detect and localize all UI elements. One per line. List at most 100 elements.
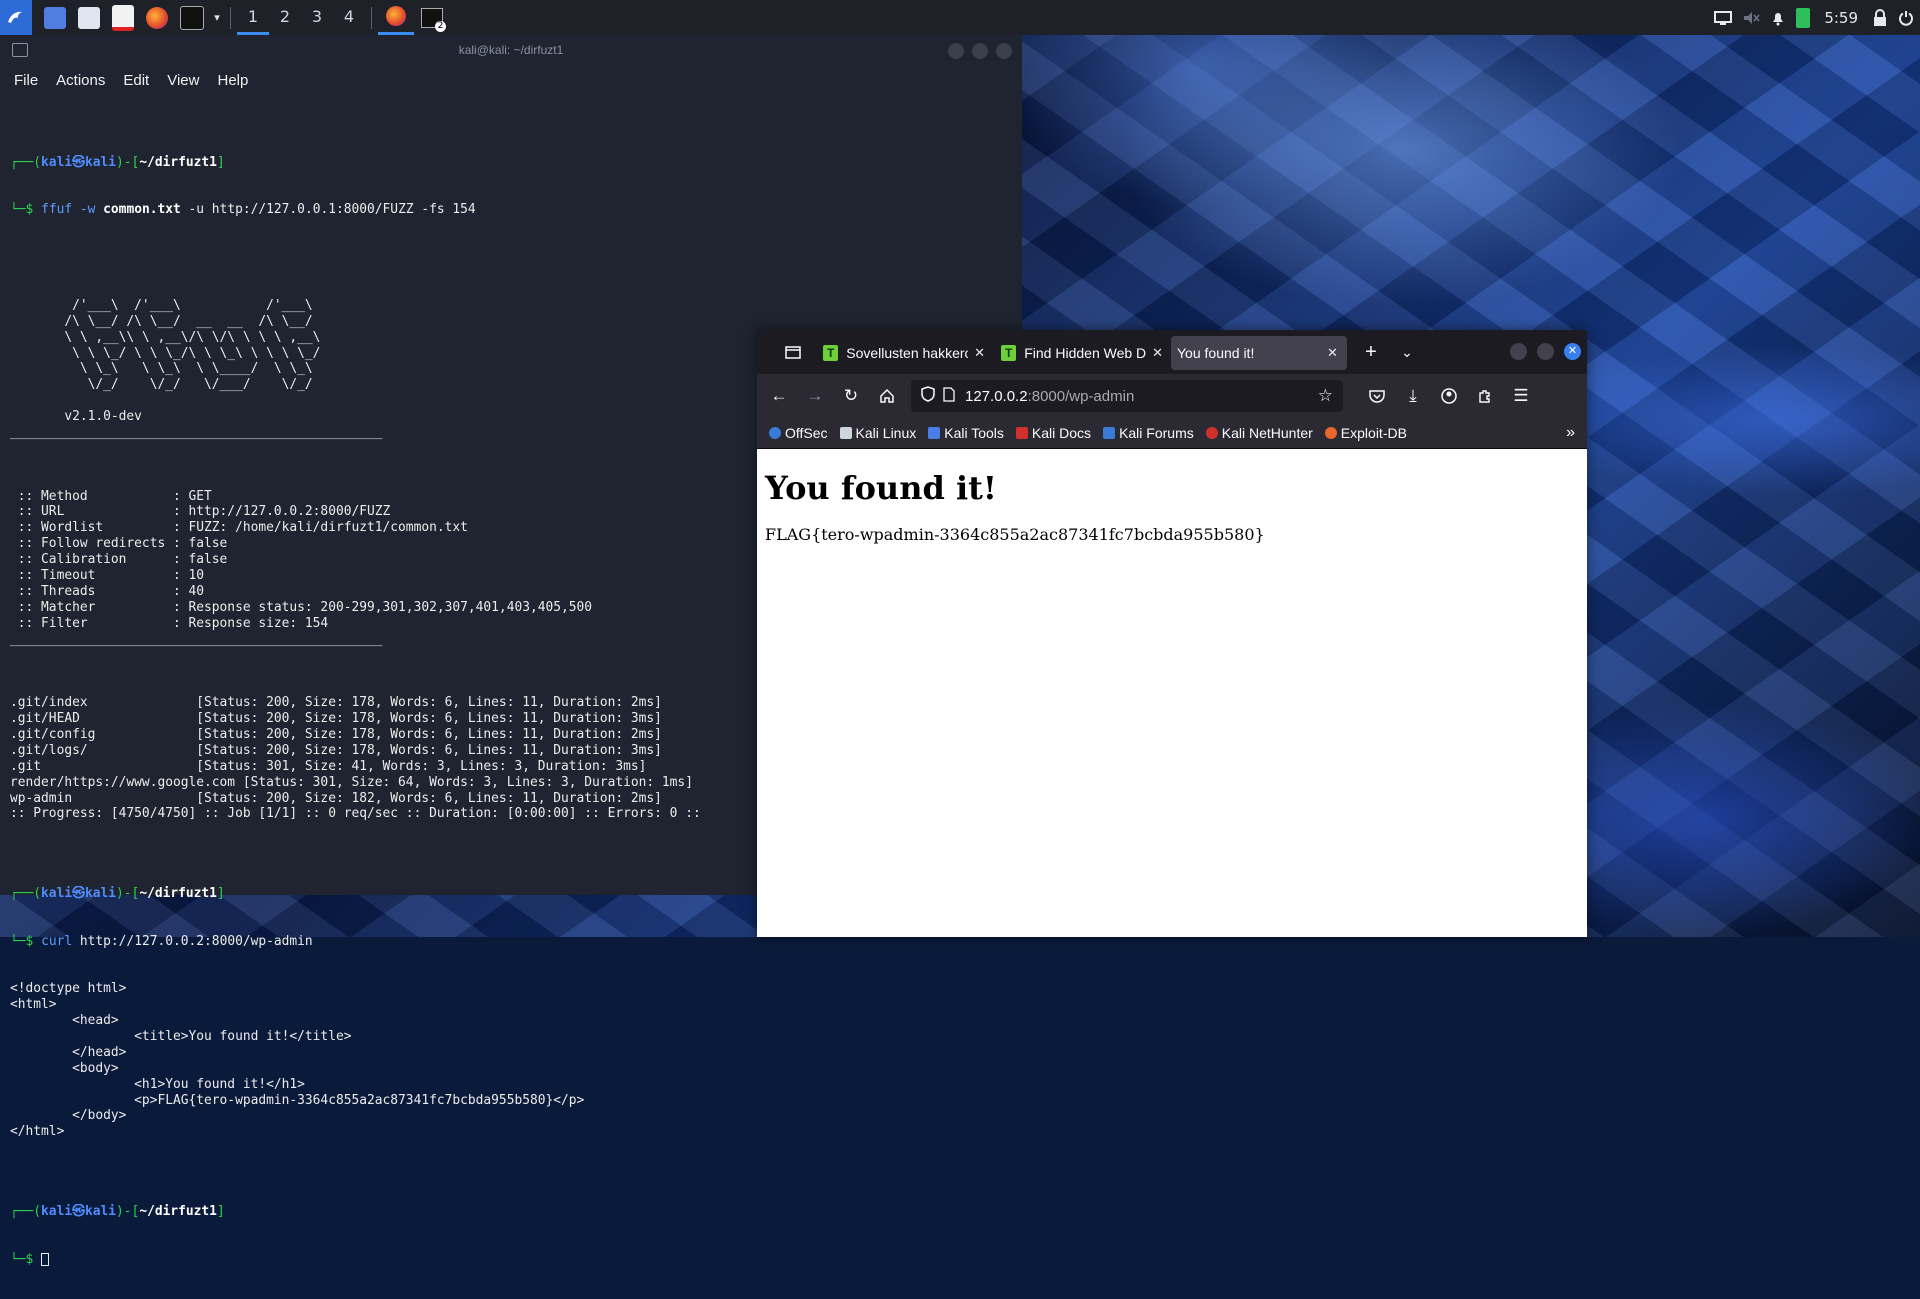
page-info-icon[interactable] bbox=[943, 386, 955, 406]
curl-output-line: </html> bbox=[10, 1124, 65, 1140]
volume-muted-icon[interactable] bbox=[1742, 10, 1760, 26]
tab-you-found-it[interactable]: You found it! ✕ bbox=[1171, 336, 1347, 370]
maximize-button[interactable] bbox=[972, 43, 988, 59]
menu-file[interactable]: File bbox=[14, 72, 38, 89]
terminal-count-badge: 2 bbox=[435, 21, 446, 32]
url-bar[interactable]: 127.0.0.2:8000/wp-admin ☆ bbox=[911, 380, 1343, 412]
list-all-tabs-icon[interactable]: ⌄ bbox=[1389, 337, 1425, 367]
show-desktop-icon[interactable] bbox=[44, 6, 66, 29]
extensions-icon[interactable] bbox=[1467, 381, 1503, 411]
prompt-line: ┌──(kali㉿kali)-[~/dirfuzt1] bbox=[10, 154, 225, 170]
kali-dragon-icon bbox=[8, 11, 22, 23]
workspace-4[interactable]: 4 bbox=[333, 0, 365, 35]
bookmark-kali-docs[interactable]: Kali Docs bbox=[1015, 425, 1091, 441]
curl-output-line: <p>FLAG{tero-wpadmin-3364c855a2ac87341fc… bbox=[10, 1092, 585, 1108]
terminal-cursor bbox=[41, 1252, 50, 1266]
terminal-window-icon bbox=[12, 43, 28, 57]
forward-button[interactable]: → bbox=[797, 381, 833, 411]
active-prompt-line[interactable]: └─$ bbox=[10, 1252, 1015, 1268]
curl-output-line: <!doctype html> bbox=[10, 981, 127, 997]
tracking-protection-shield-icon[interactable] bbox=[921, 386, 935, 406]
close-button[interactable] bbox=[996, 43, 1012, 59]
kali-forums-icon bbox=[1103, 427, 1116, 439]
curl-output-line: <h1>You found it!</h1> bbox=[10, 1076, 305, 1092]
curl-output-line: <html> bbox=[10, 997, 57, 1013]
tab-favicon: T bbox=[823, 345, 839, 361]
curl-output-line: <body> bbox=[10, 1060, 119, 1076]
bookmark-offsec[interactable]: OffSec bbox=[769, 425, 828, 441]
page-heading: You found it! bbox=[765, 469, 997, 507]
workspace-1[interactable]: 1 bbox=[237, 0, 269, 35]
terminal-menubar: File Actions Edit View Help bbox=[0, 65, 1022, 95]
flag-text: FLAG{tero-wpadmin-3364c855a2ac87341fc7bc… bbox=[765, 525, 1265, 544]
bookmark-exploit-db[interactable]: Exploit-DB bbox=[1324, 425, 1407, 441]
tab-title: Find Hidden Web Directories bbox=[1024, 345, 1147, 361]
curl-output-line bbox=[10, 1140, 1015, 1156]
firefox-view-icon bbox=[785, 346, 801, 359]
pocket-icon[interactable] bbox=[1359, 381, 1395, 411]
display-icon[interactable] bbox=[1714, 10, 1733, 26]
power-icon[interactable] bbox=[1898, 10, 1914, 26]
banner-line: /\ \__/ /\ \__/ __ __ /\ \__/ bbox=[10, 313, 313, 329]
close-tab-icon[interactable]: ✕ bbox=[974, 345, 985, 361]
close-tab-icon[interactable]: ✕ bbox=[1152, 345, 1163, 361]
command-line-ffuf: └─$ ffuf -w common.txt -u http://127.0.0… bbox=[10, 202, 476, 218]
downloads-icon[interactable]: ⤓ bbox=[1395, 381, 1431, 411]
kali-menu-button[interactable] bbox=[0, 0, 32, 35]
bookmark-kali-forums[interactable]: Kali Forums bbox=[1103, 425, 1194, 441]
clock[interactable]: 5:59 bbox=[1824, 9, 1858, 27]
kali-tools-icon bbox=[928, 427, 941, 439]
close-window-button[interactable]: ✕ bbox=[1564, 343, 1581, 360]
lock-screen-icon[interactable] bbox=[1872, 8, 1888, 27]
menu-actions[interactable]: Actions bbox=[56, 72, 105, 89]
terminal-launcher-icon[interactable] bbox=[180, 5, 204, 30]
notifications-bell-icon[interactable] bbox=[1770, 10, 1786, 26]
offsec-icon bbox=[769, 427, 781, 439]
navigation-toolbar: ← → ↻ 127.0.0.2:8000/wp-admin ☆ ⤓ ☰ bbox=[757, 374, 1587, 418]
bookmark-kali-nethunter[interactable]: Kali NetHunter bbox=[1205, 425, 1313, 441]
workspace-2[interactable]: 2 bbox=[269, 0, 301, 35]
tab-find-hidden[interactable]: T Find Hidden Web Directories ✕ bbox=[993, 336, 1171, 370]
firefox-window: T Sovellusten hakkerointi ✕ T Find Hidde… bbox=[757, 330, 1587, 937]
reload-button[interactable]: ↻ bbox=[833, 381, 869, 411]
curl-output-line: </body> bbox=[10, 1108, 127, 1124]
home-icon bbox=[880, 388, 894, 403]
curl-output-line: <head> bbox=[10, 1013, 119, 1029]
terminal-titlebar[interactable]: kali@kali: ~/dirfuzt1 bbox=[0, 35, 1022, 65]
bookmark-kali-linux[interactable]: Kali Linux bbox=[839, 425, 916, 441]
firefox-launcher-icon[interactable] bbox=[146, 6, 168, 29]
app-menu-icon[interactable]: ☰ bbox=[1503, 381, 1539, 411]
exploit-db-icon bbox=[1324, 427, 1337, 439]
back-button[interactable]: ← bbox=[761, 381, 797, 411]
new-tab-button[interactable]: + bbox=[1353, 337, 1389, 367]
close-tab-icon[interactable]: ✕ bbox=[1327, 345, 1338, 361]
menu-edit[interactable]: Edit bbox=[123, 72, 149, 89]
home-button[interactable] bbox=[869, 381, 905, 411]
tab-title: You found it! bbox=[1177, 345, 1255, 361]
maximize-button[interactable] bbox=[1537, 343, 1554, 360]
page-content: You found it! FLAG{tero-wpadmin-3364c855… bbox=[757, 449, 1587, 554]
firefox-view-button[interactable] bbox=[771, 337, 815, 367]
tab-bar: T Sovellusten hakkerointi ✕ T Find Hidde… bbox=[757, 330, 1587, 374]
file-manager-icon[interactable] bbox=[78, 6, 100, 29]
minimize-button[interactable] bbox=[1510, 343, 1527, 360]
text-editor-icon[interactable] bbox=[112, 4, 134, 31]
workspace-3[interactable]: 3 bbox=[301, 0, 333, 35]
minimize-button[interactable] bbox=[948, 43, 964, 59]
more-bookmarks-chevron-icon[interactable]: » bbox=[1566, 424, 1575, 442]
firefox-task-button[interactable] bbox=[378, 0, 414, 35]
bookmark-kali-tools[interactable]: Kali Tools bbox=[928, 425, 1004, 441]
terminal-title: kali@kali: ~/dirfuzt1 bbox=[458, 43, 564, 57]
taskbar: ▾ 1 2 3 4 2 5:59 bbox=[0, 0, 1920, 35]
menu-view[interactable]: View bbox=[167, 72, 199, 89]
account-icon[interactable] bbox=[1431, 381, 1467, 411]
bookmark-star-icon[interactable]: ☆ bbox=[1318, 386, 1333, 406]
terminal-task-button[interactable]: 2 bbox=[414, 0, 450, 35]
bookmarks-toolbar: OffSec Kali Linux Kali Tools Kali Docs K… bbox=[757, 418, 1587, 449]
launcher-dropdown-icon[interactable]: ▾ bbox=[210, 0, 224, 35]
tab-sovellusten[interactable]: T Sovellusten hakkerointi ✕ bbox=[815, 336, 993, 370]
curl-output-line: </head> bbox=[10, 1044, 127, 1060]
battery-icon[interactable] bbox=[1796, 7, 1811, 28]
menu-help[interactable]: Help bbox=[217, 72, 248, 89]
prompt-line: ┌──(kali㉿kali)-[~/dirfuzt1] bbox=[10, 1203, 225, 1219]
